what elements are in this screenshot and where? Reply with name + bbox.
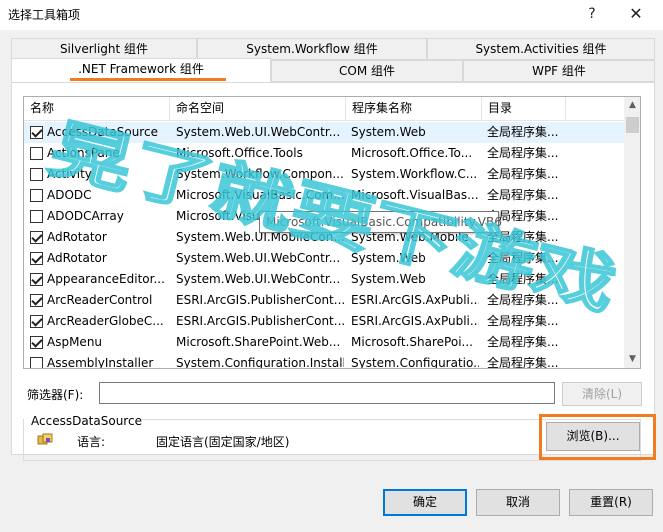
item-namespace: System.Web.UI.WebContr... [176, 125, 341, 139]
row-checkbox[interactable] [30, 336, 43, 349]
item-name: Activity [47, 167, 92, 181]
list-item[interactable]: ADODC Microsoft.VisualBasic.Com... Microso… [24, 185, 624, 206]
tab-system-activities[interactable]: System.Activities 组件 [427, 38, 655, 60]
list-header: 名称 命名空间 程序集名称 目录 [24, 97, 624, 121]
item-assembly: System.Web [351, 272, 426, 286]
tab-system-workflow[interactable]: System.Workflow 组件 [197, 38, 427, 60]
item-assembly: System.Configuratio... [351, 356, 479, 369]
help-button[interactable]: ? [577, 2, 607, 26]
item-assembly: System.Web [351, 251, 426, 265]
scroll-thumb[interactable] [626, 117, 639, 133]
item-namespace: System.Web.UI.WebContr... [176, 251, 341, 265]
active-tab-highlight [70, 78, 226, 81]
tab-com[interactable]: COM 组件 [271, 60, 463, 82]
reset-button[interactable]: 重置(R) [569, 489, 653, 516]
item-namespace: Microsoft.SharePoint.Web... [176, 335, 341, 349]
list-item[interactable]: ArcReaderControl ESRI.ArcGIS.PublisherCon… [24, 290, 624, 311]
item-directory: 全局程序集... [487, 314, 559, 328]
namespace-tooltip: Microsoft.VisualBasic.Compatibility.VB6 [259, 211, 502, 233]
item-directory: 全局程序集... [487, 335, 559, 349]
cancel-button[interactable]: 取消 [476, 489, 560, 516]
row-checkbox[interactable] [30, 252, 43, 265]
browse-highlight-box [539, 414, 656, 460]
row-checkbox[interactable] [30, 126, 43, 139]
row-checkbox[interactable] [30, 168, 43, 181]
list-item[interactable]: ArcReaderGlobeC... ESRI.ArcGIS.PublisherC… [24, 311, 624, 332]
list-item[interactable]: AssemblyInstaller System.Configuration.In… [24, 353, 624, 369]
item-assembly: System.Web [351, 125, 426, 139]
item-directory: 全局程序集... [487, 125, 559, 139]
row-checkbox[interactable] [30, 147, 43, 160]
list-item[interactable]: AppearanceEditor... System.Web.UI.WebCont… [24, 269, 624, 290]
component-package-icon [37, 433, 53, 445]
item-name: AdRotator [47, 251, 107, 265]
item-name: AppearanceEditor... [47, 272, 165, 286]
row-checkbox[interactable] [30, 273, 43, 286]
details-title: AccessDataSource [31, 414, 142, 428]
row-checkbox[interactable] [30, 231, 43, 244]
item-namespace: System.Web.UI.WebContr... [176, 272, 341, 286]
item-directory: 全局程序集... [487, 293, 559, 307]
item-name: ADODCArray [47, 209, 124, 223]
item-name: ArcReaderControl [47, 293, 153, 307]
item-namespace: Microsoft.VisualBasic.Com... [176, 188, 344, 202]
item-name: ArcReaderGlobeC... [47, 314, 164, 328]
item-directory: 全局程序集... [487, 188, 559, 202]
item-directory: 全局程序集... [487, 356, 559, 369]
row-checkbox[interactable] [30, 357, 43, 368]
row-checkbox[interactable] [30, 210, 43, 223]
list-rows: AccessDataSource System.Web.UI.WebContr..… [24, 122, 624, 369]
filter-label: 筛选器(F): [27, 388, 84, 402]
item-name: AspMenu [47, 335, 103, 349]
ok-button[interactable]: 确定 [383, 489, 467, 516]
item-name: AdRotator [47, 230, 107, 244]
scroll-up-icon[interactable]: ▲ [624, 97, 640, 114]
title-bar: 选择工具箱项 ? ✕ [0, 0, 663, 30]
item-assembly: ESRI.ArcGIS.AxPubli... [351, 293, 479, 307]
item-assembly: Microsoft.SharePoi... [351, 335, 473, 349]
item-name: AccessDataSource [47, 125, 158, 139]
item-assembly: ESRI.ArcGIS.AxPubli... [351, 314, 479, 328]
item-name: ADODC [47, 188, 92, 202]
tab-silverlight[interactable]: Silverlight 组件 [11, 38, 197, 60]
column-header-directory[interactable]: 目录 [482, 97, 566, 121]
row-checkbox[interactable] [30, 315, 43, 328]
list-item[interactable]: AspMenu Microsoft.SharePoint.Web... Micros… [24, 332, 624, 353]
item-directory: 全局程序集... [487, 272, 559, 286]
column-header-namespace[interactable]: 命名空间 [170, 97, 346, 121]
item-assembly: Microsoft.Office.To... [351, 146, 473, 160]
item-directory: 全局程序集... [487, 251, 559, 265]
list-item[interactable]: Activity System.Workflow.Compon... System.… [24, 164, 624, 185]
list-item[interactable]: ActionsPane Microsoft.Office.Tools Microso… [24, 143, 624, 164]
item-assembly: Microsoft.VisualBas... [351, 188, 479, 202]
item-name: AssemblyInstaller [47, 356, 154, 369]
filter-input[interactable] [99, 382, 555, 404]
row-checkbox[interactable] [30, 189, 43, 202]
vertical-scrollbar[interactable]: ▲ ▼ [624, 97, 640, 368]
tab-wpf[interactable]: WPF 组件 [463, 60, 655, 82]
item-directory: 全局程序集... [487, 167, 559, 181]
item-namespace: System.Workflow.Compon... [176, 167, 344, 181]
list-item[interactable]: AdRotator System.Web.UI.WebContr... System… [24, 248, 624, 269]
item-assembly: System.Workflow.C... [351, 167, 478, 181]
row-checkbox[interactable] [30, 294, 43, 307]
list-item[interactable]: AccessDataSource System.Web.UI.WebContr..… [24, 122, 624, 143]
scroll-down-icon[interactable]: ▼ [624, 351, 640, 368]
column-header-assembly[interactable]: 程序集名称 [346, 97, 482, 121]
item-directory: 全局程序集... [487, 146, 559, 160]
close-button[interactable]: ✕ [621, 2, 651, 26]
item-namespace: Microsoft.Office.Tools [176, 146, 303, 160]
column-header-name[interactable]: 名称 [24, 97, 170, 121]
item-namespace: ESRI.ArcGIS.PublisherCont... [176, 293, 344, 307]
item-namespace: System.Configuration.Install [176, 356, 344, 369]
clear-button[interactable]: 清除(L) [562, 382, 642, 406]
window-title: 选择工具箱项 [8, 8, 81, 22]
language-label: 语言: [77, 435, 106, 449]
language-value: 固定语言(固定国家/地区) [156, 435, 290, 449]
item-namespace: ESRI.ArcGIS.PublisherCont... [176, 314, 344, 328]
item-name: ActionsPane [47, 146, 120, 160]
